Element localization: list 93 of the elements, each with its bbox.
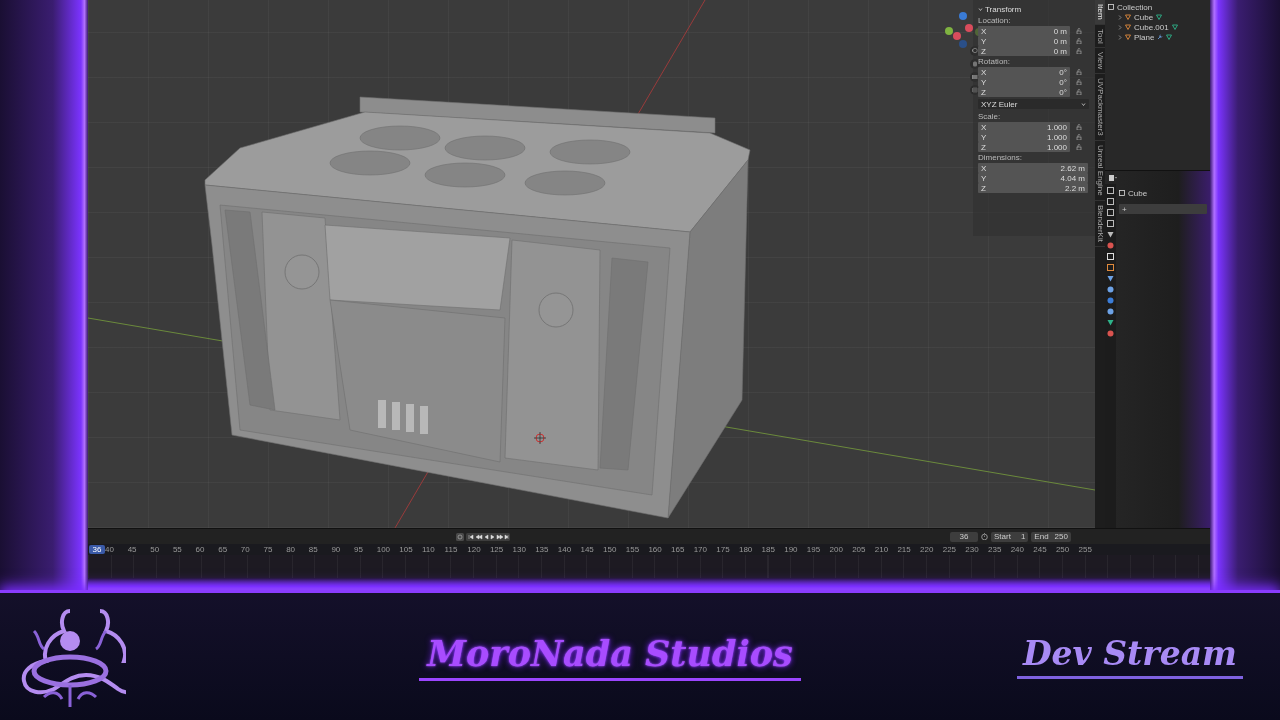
- lock-icon[interactable]: [1076, 79, 1082, 85]
- stream-subtitle: Dev Stream: [1016, 634, 1243, 679]
- field-group-label: Location:: [978, 15, 1012, 26]
- frame-number: 185: [761, 545, 776, 554]
- 3d-cursor-icon: [533, 431, 547, 445]
- number-field[interactable]: X 0 m: [978, 26, 1070, 36]
- frame-number: 60: [195, 545, 206, 554]
- stopwatch-icon[interactable]: [981, 533, 988, 540]
- triangle-icon[interactable]: [1107, 319, 1114, 326]
- number-field[interactable]: Y 4.04 m: [978, 173, 1088, 183]
- field-group-label: Scale:: [978, 111, 1002, 122]
- frame-number: 55: [172, 545, 183, 554]
- frame-number: 205: [852, 545, 867, 554]
- frame-number: 240: [1010, 545, 1025, 554]
- current-frame-field[interactable]: 36: [950, 531, 978, 542]
- frame-number: 165: [671, 545, 686, 554]
- frame-number: 250: [1055, 545, 1071, 554]
- frame-number: 85: [308, 545, 319, 554]
- frame-number: 220: [920, 545, 935, 554]
- frame-number: 125: [489, 545, 505, 554]
- frame-number: 230: [965, 545, 980, 554]
- editor-type-icon[interactable]: [1109, 175, 1117, 181]
- number-field[interactable]: X 1.000: [978, 122, 1070, 132]
- number-field[interactable]: Y 0°: [978, 77, 1070, 87]
- end-frame-field[interactable]: End 250: [1031, 531, 1071, 542]
- chevron-icon[interactable]: [1081, 101, 1086, 107]
- number-field[interactable]: X 2.62 m: [978, 163, 1088, 173]
- frame-number: 105: [399, 545, 414, 554]
- frame-number: 90: [331, 545, 342, 554]
- lock-icon[interactable]: [1076, 28, 1082, 34]
- frame-number: 245: [1033, 545, 1048, 554]
- frame-number: 50: [150, 545, 161, 554]
- frame-number: 140: [557, 545, 573, 554]
- frame-number: 160: [648, 545, 663, 554]
- frame-number: 225: [942, 545, 958, 554]
- outliner-item[interactable]: Cube.001: [1134, 22, 1169, 32]
- record-icon[interactable]: [456, 532, 464, 541]
- lock-icon[interactable]: [1076, 144, 1082, 150]
- add-button[interactable]: +: [1119, 204, 1207, 214]
- frame-number: 150: [603, 545, 618, 554]
- frame-number: 75: [263, 545, 274, 554]
- chevron-icon[interactable]: [978, 6, 983, 12]
- number-field[interactable]: Y 1.000: [978, 132, 1070, 142]
- panel-title[interactable]: Transform: [985, 4, 1022, 14]
- frame-number: 40: [105, 545, 115, 554]
- frame-number: 170: [693, 545, 708, 554]
- frame-number: 180: [738, 545, 754, 554]
- outliner-item[interactable]: Cube: [1134, 12, 1154, 22]
- studio-title: MoroNada Studios: [419, 632, 801, 681]
- lock-icon[interactable]: [1076, 48, 1082, 54]
- lock-icon[interactable]: [1076, 38, 1082, 44]
- outliner-item[interactable]: Plane: [1134, 32, 1155, 42]
- circle-icon[interactable]: [1107, 297, 1114, 304]
- number-field[interactable]: X 0°: [978, 67, 1070, 77]
- number-field[interactable]: Y 0 m: [978, 36, 1070, 46]
- frame-number: 210: [874, 545, 890, 554]
- frame-number: 70: [240, 545, 251, 554]
- triangle-icon: [1156, 14, 1163, 20]
- number-field[interactable]: Z 1.000: [978, 142, 1070, 152]
- frame-number: 130: [512, 545, 527, 554]
- number-field[interactable]: Z 0 m: [978, 46, 1070, 56]
- frame-number: 215: [897, 545, 912, 554]
- field-group-label: Rotation:: [978, 56, 1012, 67]
- frame-number: 145: [580, 545, 595, 554]
- frame-number: 120: [467, 545, 482, 554]
- frame-number: 100: [376, 545, 392, 554]
- frame-number: 135: [535, 545, 550, 554]
- frame-number: 255: [1078, 545, 1093, 554]
- number-field[interactable]: Z 0°: [978, 87, 1070, 97]
- number-field[interactable]: Z 2.2 m: [978, 183, 1088, 193]
- frame-number: 175: [716, 545, 731, 554]
- rotation-mode-dropdown[interactable]: XYZ Euler: [978, 99, 1089, 109]
- start-frame-field[interactable]: Start 1: [991, 531, 1029, 542]
- lock-icon[interactable]: [1076, 89, 1082, 95]
- frame-number: 195: [806, 545, 822, 554]
- current-frame-marker: 36: [89, 545, 105, 554]
- frame-number: 110: [421, 545, 436, 554]
- object-name: Cube: [1128, 188, 1148, 198]
- field-group-label: Dimensions:: [978, 152, 1023, 163]
- lock-icon[interactable]: [1076, 69, 1082, 75]
- lock-icon[interactable]: [1076, 134, 1082, 140]
- playback-controls-icon[interactable]: [466, 532, 510, 541]
- frame-number: 95: [354, 545, 364, 554]
- frame-number: 190: [784, 545, 799, 554]
- frame-number: 65: [218, 545, 229, 554]
- frame-number: 45: [127, 545, 138, 554]
- collection-label[interactable]: Collection: [1117, 2, 1153, 12]
- lock-icon[interactable]: [1076, 124, 1082, 130]
- frame-number: 80: [286, 545, 297, 554]
- frame-number: 115: [444, 545, 459, 554]
- frame-number: 155: [625, 545, 641, 554]
- frame-number: 235: [988, 545, 1003, 554]
- frame-number: 200: [829, 545, 844, 554]
